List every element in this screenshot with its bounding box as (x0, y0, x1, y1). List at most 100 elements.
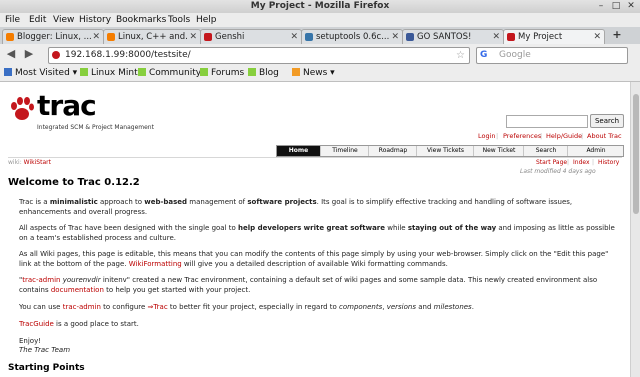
metanav-login[interactable]: Login (478, 132, 496, 141)
menu-help[interactable]: Help (196, 13, 217, 27)
mainnav-roadmap[interactable]: Roadmap (368, 146, 417, 156)
configure-paragraph: You can use trac-admin to configure ⇒Tra… (19, 303, 474, 311)
wikiformatting-link[interactable]: WikiFormatting (129, 260, 182, 268)
documentation-link[interactable]: documentation (51, 286, 104, 294)
breadcrumb: wiki: WikiStart (8, 158, 51, 167)
web-search-box[interactable]: G Google (476, 47, 628, 64)
trac-admin-config-link[interactable]: trac-admin (63, 303, 101, 311)
ctxnav-history[interactable]: History (598, 158, 619, 167)
menu-view[interactable]: View (53, 13, 74, 27)
trac-search-button[interactable]: Search (590, 114, 624, 128)
metanav-help-guide[interactable]: Help/Guide (546, 132, 582, 141)
tab-linux-cpp[interactable]: Linux, C++ and... ✕ (103, 29, 201, 44)
menu-history[interactable]: History (79, 13, 111, 27)
window-titlebar: My Project - Mozilla Firefox – □ ✕ (0, 0, 640, 14)
metanav-about-trac[interactable]: About Trac (587, 132, 622, 141)
trac-logo-subtitle: Integrated SCM & Project Management (37, 124, 154, 131)
ctxnav-index[interactable]: Index (573, 158, 590, 167)
menu-bar: File Edit View History Bookmarks Tools H… (0, 13, 640, 27)
tab-my-project[interactable]: My Project ✕ (503, 29, 605, 45)
tab-blogger[interactable]: Blogger: Linux, ... ✕ (2, 29, 104, 44)
mint-icon (200, 68, 208, 76)
tab-close-icon[interactable]: ✕ (290, 30, 298, 44)
trac-admin-link[interactable]: trac-admin (22, 276, 60, 284)
forward-arrow-icon[interactable]: ▶ (22, 47, 36, 61)
bookmark-blog[interactable]: Blog (248, 65, 279, 81)
tab-genshi[interactable]: Genshi ✕ (200, 29, 302, 44)
bookmark-label: Forums (211, 68, 245, 78)
mainnav-new-ticket[interactable]: New Ticket (473, 146, 524, 156)
tab-label: setuptools 0.6c... (316, 32, 390, 42)
bookmark-community[interactable]: Community (138, 65, 201, 81)
url-text[interactable]: 192.168.1.99:8000/testsite/ (65, 48, 191, 63)
blogger-favicon-icon (6, 33, 14, 41)
trac-paw-logo-icon (11, 97, 34, 120)
tab-close-icon[interactable]: ✕ (492, 30, 500, 44)
menu-tools[interactable]: Tools (168, 13, 190, 27)
rss-feed-icon (292, 68, 300, 76)
facebook-favicon-icon (406, 33, 414, 41)
python-favicon-icon (305, 33, 313, 41)
breadcrumb-prefix: wiki: (8, 159, 22, 166)
trac-external-link[interactable]: ⇒Trac (148, 303, 168, 311)
trac-main-nav: Home Timeline Roadmap View Tickets New T… (276, 145, 624, 157)
mainnav-admin[interactable]: Admin (567, 146, 624, 156)
tab-label: Genshi (215, 32, 245, 42)
breadcrumb-wikistart-link[interactable]: WikiStart (24, 159, 51, 166)
starting-points-heading: Starting Points (8, 363, 85, 373)
tab-setuptools[interactable]: setuptools 0.6c... ✕ (301, 29, 403, 44)
ctxnav-separator: | (567, 159, 570, 166)
tracguide-link[interactable]: TracGuide (19, 320, 54, 328)
tab-close-icon[interactable]: ✕ (189, 30, 197, 44)
url-bar[interactable]: 192.168.1.99:8000/testsite/ ☆ (48, 47, 470, 64)
google-engine-icon[interactable]: G (480, 48, 487, 63)
tab-close-icon[interactable]: ✕ (593, 30, 601, 44)
trac-favicon-icon (204, 33, 212, 41)
tab-go-santos[interactable]: GO SANTOS! ✕ (402, 29, 504, 44)
mainnav-view-tickets[interactable]: View Tickets (416, 146, 474, 156)
bookmark-news[interactable]: News ▾ (292, 65, 335, 81)
mint-icon (138, 68, 146, 76)
menu-bookmarks[interactable]: Bookmarks (116, 13, 166, 27)
context-divider (8, 157, 622, 158)
mainnav-home[interactable]: Home (277, 146, 320, 156)
close-window-button[interactable]: ✕ (624, 1, 638, 12)
web-search-placeholder[interactable]: Google (499, 48, 531, 63)
design-goal-paragraph: All aspects of Trac have been designed w… (19, 224, 615, 242)
minimize-button[interactable]: – (594, 1, 608, 12)
window-title: My Project - Mozilla Firefox (250, 1, 390, 11)
metanav-separator: | (496, 132, 499, 140)
mainnav-search[interactable]: Search (523, 146, 568, 156)
back-arrow-icon[interactable]: ◀ (4, 47, 18, 61)
bookmark-label: Most Visited ▾ (15, 68, 78, 78)
bookmark-star-icon[interactable]: ☆ (456, 48, 465, 63)
new-tab-icon[interactable]: + (610, 29, 624, 40)
scrollbar-thumb[interactable] (633, 94, 639, 214)
tab-close-icon[interactable]: ✕ (391, 30, 399, 44)
bookmark-label: Community (149, 68, 202, 78)
bookmark-linux-mint[interactable]: Linux Mint (80, 65, 138, 81)
vertical-scrollbar[interactable] (630, 82, 640, 377)
bookmark-forums[interactable]: Forums (200, 65, 244, 81)
bookmark-label: Blog (259, 68, 279, 78)
trac-search-input[interactable] (506, 115, 588, 128)
maximize-button[interactable]: □ (609, 1, 623, 12)
menu-edit[interactable]: Edit (29, 13, 46, 27)
metanav-separator: | (581, 132, 584, 140)
navigation-toolbar: ◀ ▶ 192.168.1.99:8000/testsite/ ☆ G Goog… (0, 44, 640, 65)
bookmark-most-visited[interactable]: Most Visited ▾ (4, 65, 77, 81)
trac-logo-text[interactable]: trac (37, 91, 97, 121)
intro-paragraph: Trac is a minimalistic approach to web-b… (19, 198, 573, 216)
bookmark-label: Linux Mint (91, 68, 138, 78)
blogger-favicon-icon (107, 33, 115, 41)
metanav-separator: | (540, 132, 543, 140)
mainnav-timeline[interactable]: Timeline (320, 146, 369, 156)
guide-paragraph: TracGuide is a good place to start. (19, 320, 139, 328)
page-heading: Welcome to Trac 0.12.2 (8, 177, 140, 188)
editable-paragraph: As all Wiki pages, this page is editable… (19, 250, 609, 268)
ctxnav-start-page[interactable]: Start Page (536, 158, 567, 167)
metanav-preferences[interactable]: Preferences (503, 132, 541, 141)
most-visited-icon (4, 68, 12, 76)
tab-close-icon[interactable]: ✕ (92, 30, 100, 44)
menu-file[interactable]: File (5, 13, 20, 27)
